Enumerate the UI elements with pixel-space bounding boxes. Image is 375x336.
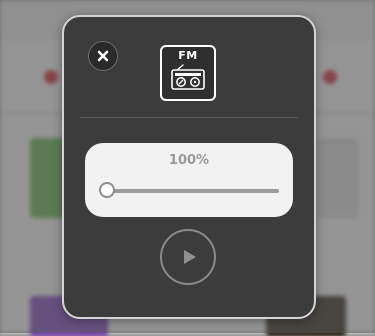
station-logo: FM [160,45,216,101]
radio-player-modal: FM 100% [62,15,316,319]
modal-divider [80,117,298,118]
play-button[interactable] [160,229,216,285]
volume-slider-thumb[interactable] [99,182,115,198]
radio-icon [171,64,205,90]
close-icon [97,50,109,62]
close-button[interactable] [88,41,118,71]
station-logo-text: FM [178,49,198,62]
play-icon [184,250,196,264]
volume-panel: 100% [85,143,293,217]
volume-slider-track[interactable] [107,189,279,193]
volume-label: 100% [168,153,210,168]
